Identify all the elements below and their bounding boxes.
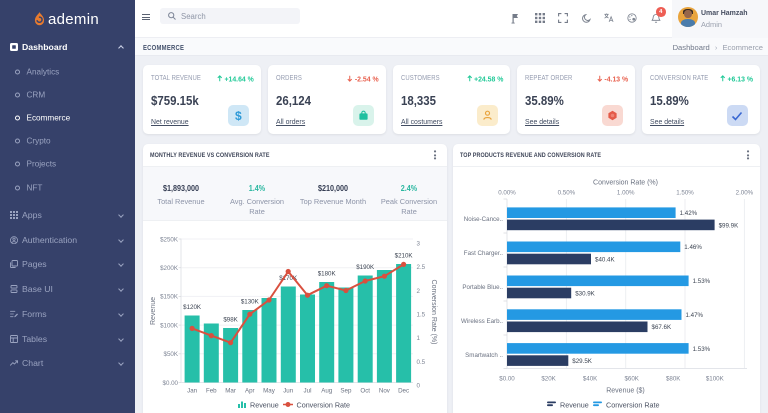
svg-text:Feb: Feb	[206, 388, 217, 395]
svg-text:0: 0	[417, 383, 421, 390]
svg-text:$250K: $250K	[160, 236, 179, 243]
svg-text:Jun: Jun	[283, 388, 294, 395]
svg-text:$80K: $80K	[666, 376, 681, 383]
svg-text:Conversion Rate: Conversion Rate	[606, 401, 660, 410]
svg-text:$210K: $210K	[395, 253, 414, 260]
svg-text:1.53%: 1.53%	[693, 346, 711, 353]
svg-text:$190K: $190K	[356, 264, 375, 271]
svg-text:Revenue: Revenue	[250, 401, 279, 410]
svg-text:$40.4K: $40.4K	[595, 256, 615, 263]
svg-text:$40K: $40K	[583, 376, 598, 383]
svg-text:Conversion Rate: Conversion Rate	[297, 401, 351, 410]
svg-text:$100K: $100K	[160, 322, 179, 329]
svg-text:Conversion Rate (%): Conversion Rate (%)	[593, 180, 658, 187]
svg-text:1.47%: 1.47%	[686, 312, 704, 319]
svg-text:Smartwatch ..: Smartwatch ..	[465, 352, 503, 359]
svg-text:Revenue: Revenue	[560, 401, 589, 410]
svg-text:$99.9K: $99.9K	[719, 222, 739, 229]
svg-text:2.00%: 2.00%	[736, 190, 754, 197]
svg-text:0.00%: 0.00%	[498, 190, 516, 197]
svg-text:1.00%: 1.00%	[617, 190, 635, 197]
svg-text:May: May	[263, 388, 276, 395]
svg-text:$100K: $100K	[706, 376, 725, 383]
svg-text:Apr: Apr	[245, 388, 255, 395]
svg-text:1.53%: 1.53%	[693, 278, 711, 285]
svg-text:Mar: Mar	[225, 388, 236, 395]
svg-text:2: 2	[417, 288, 421, 295]
svg-text:$120K: $120K	[183, 304, 202, 311]
svg-text:Oct: Oct	[360, 388, 370, 395]
svg-text:3: 3	[417, 240, 421, 247]
svg-text:Sep: Sep	[340, 388, 352, 395]
svg-text:$130K: $130K	[241, 299, 260, 306]
svg-text:Noise-Cance..: Noise-Cance..	[464, 216, 503, 223]
svg-text:1: 1	[417, 335, 421, 342]
svg-text:$20K: $20K	[541, 376, 556, 383]
svg-text:0.50%: 0.50%	[558, 190, 576, 197]
svg-text:2.5: 2.5	[417, 264, 426, 271]
svg-text:$60K: $60K	[624, 376, 639, 383]
svg-text:$50K: $50K	[164, 351, 179, 358]
svg-text:$150K: $150K	[160, 294, 179, 301]
svg-text:Revenue ($): Revenue ($)	[606, 388, 645, 395]
svg-text:$98K: $98K	[223, 317, 238, 324]
svg-text:Dec: Dec	[398, 388, 409, 395]
svg-text:$0.00: $0.00	[163, 380, 179, 387]
svg-text:Nov: Nov	[379, 388, 391, 395]
svg-text:0.5: 0.5	[417, 359, 426, 366]
svg-text:$29.5K: $29.5K	[572, 358, 592, 365]
svg-text:Jul: Jul	[304, 388, 312, 395]
svg-text:1.42%: 1.42%	[680, 210, 698, 217]
svg-text:$67.6K: $67.6K	[652, 324, 672, 331]
svg-text:1.5: 1.5	[417, 312, 426, 319]
svg-text:$180K: $180K	[318, 271, 337, 278]
svg-text:1.50%: 1.50%	[676, 190, 694, 197]
svg-text:$200K: $200K	[160, 265, 179, 272]
svg-text:Portable Blue..: Portable Blue..	[462, 284, 503, 291]
svg-text:$0.00: $0.00	[499, 376, 515, 383]
svg-text:$30.9K: $30.9K	[575, 290, 595, 297]
svg-text:1.46%: 1.46%	[684, 244, 702, 251]
svg-text:Jan: Jan	[187, 388, 198, 395]
svg-text:Wireless Earb..: Wireless Earb..	[461, 318, 503, 325]
svg-text:Aug: Aug	[321, 388, 333, 395]
svg-text:Fast Charger..: Fast Charger..	[464, 250, 503, 257]
svg-text:Revenue: Revenue	[150, 297, 157, 325]
svg-text:Conversion Rate (%): Conversion Rate (%)	[430, 280, 437, 345]
